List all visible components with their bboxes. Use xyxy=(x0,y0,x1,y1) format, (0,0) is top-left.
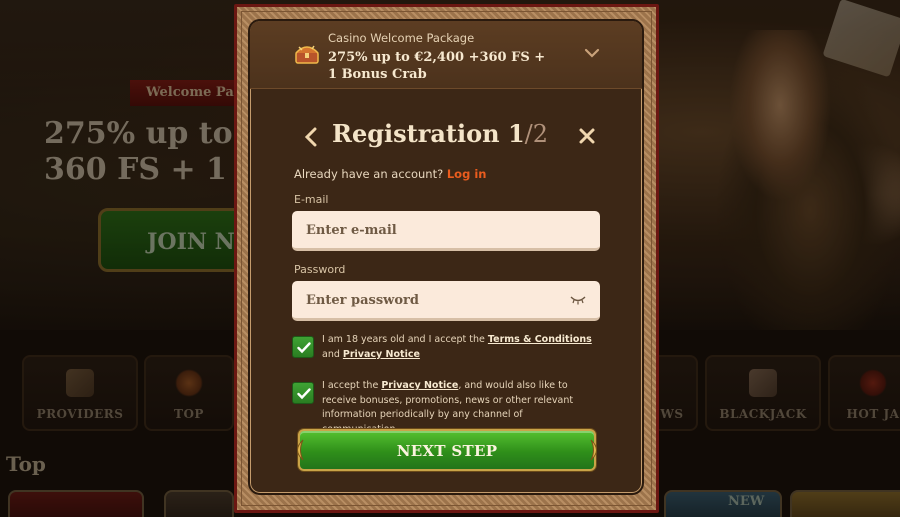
email-label: E-mail xyxy=(294,193,329,206)
next-step-button[interactable]: NEXT STEP xyxy=(297,429,597,471)
registration-modal: Casino Welcome Package 275% up to €2,400… xyxy=(248,19,644,495)
back-chevron-icon[interactable] xyxy=(302,126,320,148)
terms-conditions-link[interactable]: Terms & Conditions xyxy=(488,334,592,345)
marketing-privacy-notice-link[interactable]: Privacy Notice xyxy=(381,380,458,391)
registration-title-text: Registration xyxy=(332,119,500,148)
registration-header: Registration 1/2 xyxy=(250,117,642,157)
marketing-prefix: I accept the xyxy=(322,380,382,391)
terms-checkbox[interactable] xyxy=(292,336,314,358)
password-input[interactable] xyxy=(306,293,556,308)
left-ornament-icon xyxy=(297,439,304,461)
next-step-label: NEXT STEP xyxy=(396,442,498,460)
step-current: 1 xyxy=(507,119,525,148)
right-ornament-icon xyxy=(590,439,597,461)
password-label: Password xyxy=(294,263,346,276)
registration-title: Registration 1/2 xyxy=(332,119,548,148)
welcome-package-banner[interactable]: Casino Welcome Package 275% up to €2,400… xyxy=(250,21,642,89)
have-account-line: Already have an account? Log in xyxy=(294,167,486,181)
close-icon[interactable] xyxy=(578,127,596,145)
password-field[interactable] xyxy=(292,281,600,321)
have-account-text: Already have an account? xyxy=(294,167,444,181)
email-field[interactable] xyxy=(292,211,600,251)
package-subtitle: Casino Welcome Package xyxy=(328,31,475,45)
terms-prefix: I am 18 years old and I accept the xyxy=(322,334,488,345)
chevron-down-icon[interactable] xyxy=(584,47,600,59)
treasure-chest-icon xyxy=(295,45,319,64)
checkmark-icon xyxy=(297,342,311,354)
eye-closed-icon[interactable] xyxy=(570,295,586,305)
login-link[interactable]: Log in xyxy=(447,167,487,181)
marketing-checkbox[interactable] xyxy=(292,382,314,404)
step-total: /2 xyxy=(524,120,548,148)
terms-consent-text: I am 18 years old and I accept the Terms… xyxy=(322,333,602,362)
privacy-notice-link[interactable]: Privacy Notice xyxy=(343,349,420,360)
email-input[interactable] xyxy=(306,223,556,238)
checkmark-icon xyxy=(297,388,311,400)
terms-middle: and xyxy=(322,348,343,360)
package-offer: 275% up to €2,400 +360 FS + 1 Bonus Crab xyxy=(328,50,546,82)
